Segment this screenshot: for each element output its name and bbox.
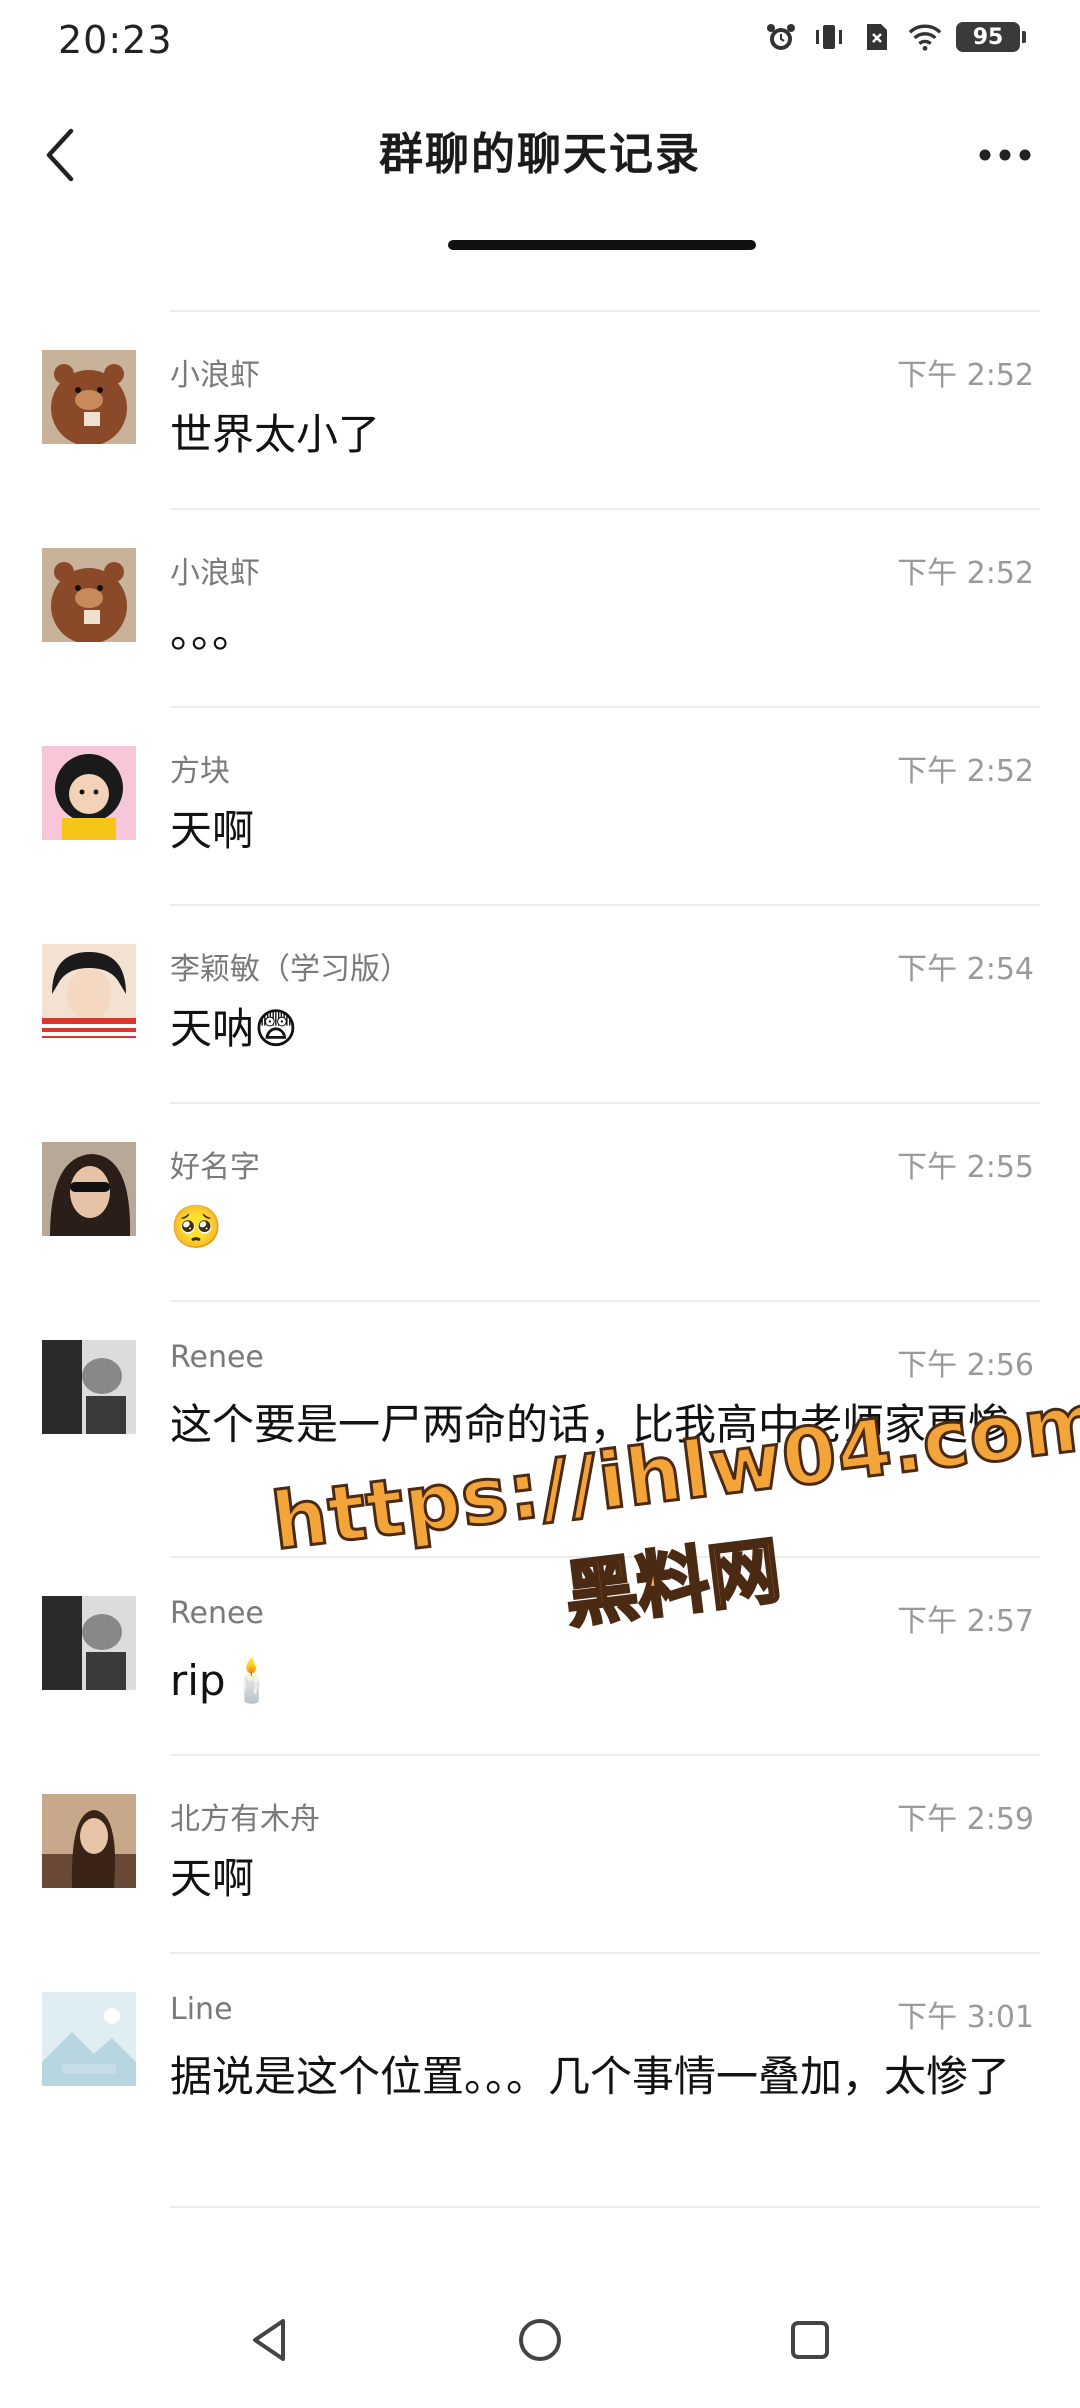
message-time: 下午 2:56 (897, 1348, 1034, 1383)
list-item[interactable]: 小浪虾 下午 2:52 。。。 (0, 508, 1080, 706)
message-time: 下午 2:54 (897, 952, 1034, 987)
sender-name: 小浪虾 (170, 556, 260, 591)
circle-home-icon (519, 2319, 561, 2361)
alarm-icon (764, 20, 798, 54)
status-icons: 95 (764, 20, 1026, 54)
no-sim-icon (860, 20, 894, 54)
more-button[interactable] (970, 130, 1040, 180)
message-text: 天呐😨 (170, 1004, 298, 1053)
message-text: 🥺 (170, 1202, 223, 1251)
sender-name: 好名字 (170, 1150, 260, 1185)
avatar[interactable] (42, 350, 136, 444)
avatar[interactable] (42, 1992, 136, 2086)
avatar[interactable] (42, 1596, 136, 1690)
system-nav-bar (0, 2270, 1080, 2408)
message-time: 下午 3:01 (897, 2000, 1034, 2035)
message-list: 小浪虾 下午 2:52 世界太小了 小浪虾 下午 2:52 。。。 方块 下午 … (0, 310, 1080, 2208)
message-time: 下午 2:57 (897, 1604, 1034, 1639)
list-item[interactable]: 李颖敏（学习版） 下午 2:54 天呐😨 (0, 904, 1080, 1102)
divider (170, 1556, 1040, 1558)
status-time: 20:23 (58, 18, 173, 62)
list-item[interactable]: 方块 下午 2:52 天啊 (0, 706, 1080, 904)
avatar[interactable] (42, 1794, 136, 1888)
battery-indicator: 95 (956, 22, 1026, 52)
message-text: 世界太小了 (170, 410, 381, 459)
status-bar: 20:23 95 (0, 0, 1080, 80)
divider (170, 1952, 1040, 1954)
message-time: 下午 2:59 (897, 1802, 1034, 1837)
sender-name: Renee (170, 1596, 264, 1631)
more-dots-icon (979, 149, 1031, 161)
avatar[interactable] (42, 746, 136, 840)
message-time: 下午 2:52 (897, 556, 1034, 591)
sender-name: Renee (170, 1340, 264, 1375)
divider (170, 1300, 1040, 1302)
list-item[interactable]: 北方有木舟 下午 2:59 天啊 (0, 1754, 1080, 1952)
message-text: 天啊 (170, 806, 255, 855)
sender-name: Line (170, 1992, 233, 2027)
nav-home-button[interactable] (500, 2300, 580, 2380)
message-text: 据说是这个位置。。。几个事情一叠加，太惨了 (170, 2052, 1011, 2101)
message-time: 下午 2:52 (897, 358, 1034, 393)
avatar[interactable] (42, 944, 136, 1038)
divider (170, 1754, 1040, 1756)
sender-name: 北方有木舟 (170, 1802, 320, 1837)
message-text: rip🕯️ (170, 1656, 278, 1705)
list-item[interactable]: 小浪虾 下午 2:52 世界太小了 (0, 310, 1080, 508)
divider (170, 508, 1040, 510)
message-time: 下午 2:52 (897, 754, 1034, 789)
divider (170, 706, 1040, 708)
divider (170, 904, 1040, 906)
avatar[interactable] (42, 1142, 136, 1236)
list-item[interactable]: Renee 下午 2:56 这个要是一尸两命的话，比我高中老师家更惨 (0, 1300, 1080, 1556)
message-text: 。。。 (170, 608, 255, 657)
list-item[interactable]: 好名字 下午 2:55 🥺 (0, 1102, 1080, 1300)
tab-indicator (448, 240, 756, 250)
message-text: 天啊 (170, 1854, 255, 1903)
divider (170, 310, 1040, 312)
sender-name: 方块 (170, 754, 230, 789)
list-item[interactable]: Renee 下午 2:57 rip🕯️ (0, 1556, 1080, 1754)
sender-name: 李颖敏（学习版） (170, 952, 410, 987)
divider (170, 1102, 1040, 1104)
message-time: 下午 2:55 (897, 1150, 1034, 1185)
nav-back-button[interactable] (230, 2300, 310, 2380)
nav-recents-button[interactable] (770, 2300, 850, 2380)
page-title: 群聊的聊天记录 (379, 129, 701, 180)
vibrate-icon (812, 20, 846, 54)
avatar[interactable] (42, 548, 136, 642)
message-text: 这个要是一尸两命的话，比我高中老师家更惨 (170, 1400, 1011, 1449)
nav-bar: 群聊的聊天记录 (0, 80, 1080, 230)
avatar[interactable] (42, 1340, 136, 1434)
sender-name: 小浪虾 (170, 358, 260, 393)
list-item[interactable]: Line 下午 3:01 据说是这个位置。。。几个事情一叠加，太惨了 (0, 1952, 1080, 2208)
divider (170, 2206, 1040, 2208)
wifi-icon (908, 20, 942, 54)
triangle-back-icon (253, 2319, 285, 2361)
square-recents-icon (791, 2321, 829, 2359)
